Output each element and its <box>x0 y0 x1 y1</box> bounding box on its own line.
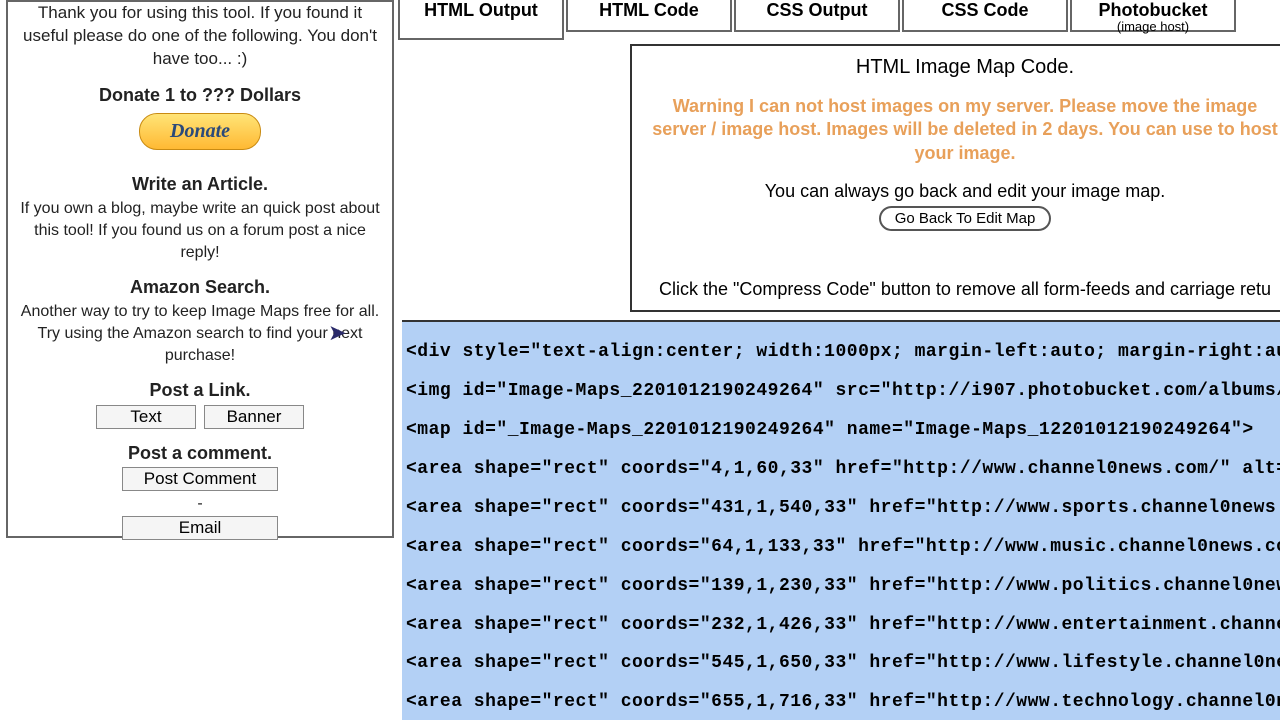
warning-text: Warning I can not host images on my serv… <box>644 95 1280 165</box>
email-button[interactable]: Email <box>122 516 278 540</box>
amazon-text: Another way to try to keep Image Maps fr… <box>18 301 382 366</box>
tab-html-output[interactable]: HTML Output <box>398 0 564 40</box>
post-link-heading: Post a Link. <box>18 378 382 402</box>
post-comment-button[interactable]: Post Comment <box>122 467 278 491</box>
dash-separator: - <box>18 493 382 515</box>
output-panel: HTML Image Map Code. Warning I can not h… <box>630 44 1280 312</box>
code-line: <div style="text-align:center; width:100… <box>406 343 1280 362</box>
article-heading: Write an Article. <box>18 172 382 196</box>
tab-css-code[interactable]: CSS Code <box>902 0 1068 32</box>
code-line: <area shape="rect" coords="64,1,133,33" … <box>406 538 1280 557</box>
article-text: If you own a blog, maybe write an quick … <box>18 198 382 263</box>
code-line: <area shape="rect" coords="232,1,426,33"… <box>406 616 1280 635</box>
donate-heading: Donate 1 to ??? Dollars <box>18 83 382 107</box>
donate-button[interactable]: Donate <box>139 113 261 150</box>
tab-css-output[interactable]: CSS Output <box>734 0 900 32</box>
banner-link-button[interactable]: Banner <box>204 405 304 429</box>
sidebar-panel: Thank you for using this tool. If you fo… <box>6 0 394 538</box>
tab-photobucket-sub: (image host) <box>1082 19 1224 34</box>
tab-photobucket-label: Photobucket <box>1098 0 1207 20</box>
code-line: <img id="Image-Maps_2201012190249264" sr… <box>406 382 1280 401</box>
code-output[interactable]: <div style="text-align:center; width:100… <box>402 320 1280 720</box>
intro-text: Thank you for using this tool. If you fo… <box>18 2 382 71</box>
tab-html-code[interactable]: HTML Code <box>566 0 732 32</box>
tab-row: HTML Output HTML Code CSS Output CSS Cod… <box>398 0 1236 40</box>
amazon-heading: Amazon Search. <box>18 275 382 299</box>
code-line: <area shape="rect" coords="431,1,540,33"… <box>406 499 1280 518</box>
compress-text: Click the "Compress Code" button to remo… <box>644 279 1280 300</box>
code-line: <area shape="rect" coords="545,1,650,33"… <box>406 654 1280 673</box>
post-comment-heading: Post a comment. <box>18 441 382 465</box>
goback-text: You can always go back and edit your ima… <box>644 181 1280 202</box>
panel-title: HTML Image Map Code. <box>644 56 1280 79</box>
text-link-button[interactable]: Text <box>96 405 196 429</box>
code-line: <map id="_Image-Maps_2201012190249264" n… <box>406 421 1280 440</box>
code-line: <area shape="rect" coords="139,1,230,33"… <box>406 577 1280 596</box>
go-back-button[interactable]: Go Back To Edit Map <box>879 206 1052 231</box>
code-line: <area shape="rect" coords="4,1,60,33" hr… <box>406 460 1280 479</box>
tab-photobucket[interactable]: Photobucket (image host) <box>1070 0 1236 32</box>
code-line: <area shape="rect" coords="655,1,716,33"… <box>406 693 1280 712</box>
